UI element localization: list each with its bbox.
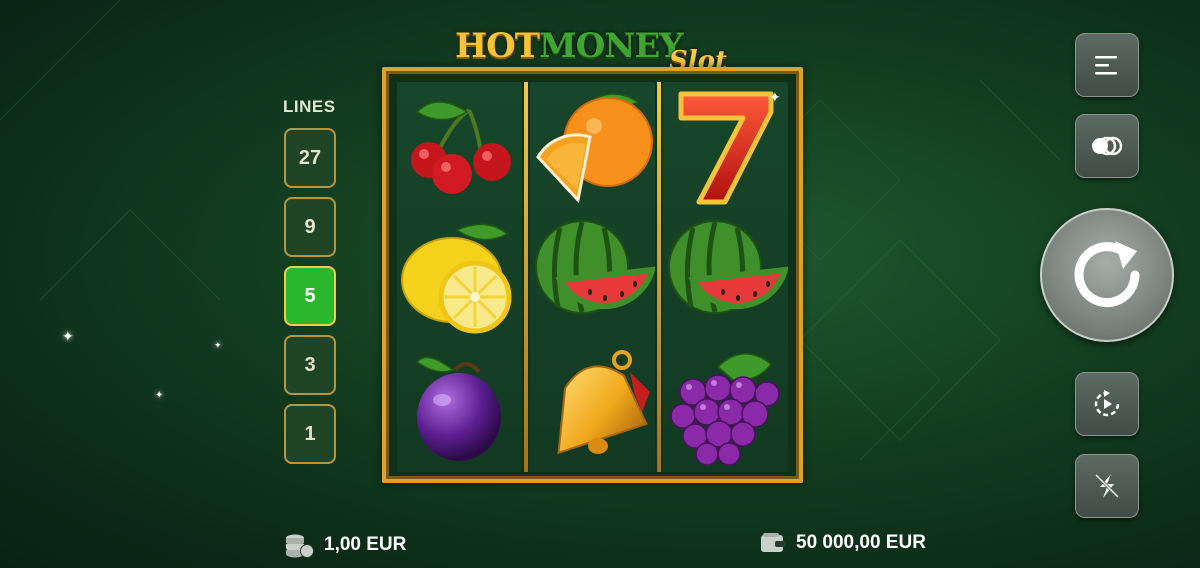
logo-title: HOTMONEY xyxy=(455,26,684,66)
line-option-1[interactable]: 1 xyxy=(284,404,336,464)
spin-icon xyxy=(1074,241,1140,308)
reels-frame: ✦ xyxy=(382,67,803,483)
sparkle: ✦ xyxy=(214,340,222,350)
reel-divider xyxy=(524,82,528,472)
line-option-3[interactable]: 3 xyxy=(284,335,336,395)
coins-stack-icon xyxy=(1092,136,1123,156)
balance-display: 50 000,00 EUR xyxy=(760,532,926,554)
spin-button[interactable] xyxy=(1040,208,1174,342)
coins-mode-button[interactable] xyxy=(1075,114,1139,178)
autoplay-icon xyxy=(1094,390,1120,417)
logo-hot: HOT xyxy=(455,26,540,66)
grapes-symbol xyxy=(670,352,780,466)
svg-text:✦: ✦ xyxy=(769,90,781,106)
line-option-9[interactable]: 9 xyxy=(284,197,336,257)
coins-icon xyxy=(286,534,314,558)
sparkle: ✦ xyxy=(62,328,74,344)
orange-symbol xyxy=(536,93,653,204)
turbo-button[interactable] xyxy=(1075,454,1139,518)
balance-value: 50 000,00 EUR xyxy=(796,532,926,553)
lines-label: LINES xyxy=(283,97,336,116)
plum-symbol xyxy=(415,356,501,461)
sparkle: ✦ xyxy=(155,390,164,401)
reel-3: ✦ xyxy=(663,82,788,472)
reel-1 xyxy=(397,82,522,472)
line-option-5-selected[interactable]: 5 xyxy=(284,266,336,326)
logo-money: MONEY xyxy=(539,26,684,66)
turbo-icon xyxy=(1094,473,1120,499)
autoplay-button[interactable] xyxy=(1075,372,1139,436)
wallet-icon xyxy=(761,533,785,552)
bet-display[interactable]: 1,00 EUR xyxy=(284,532,406,558)
bell-symbol xyxy=(557,350,650,455)
lemon-symbol xyxy=(401,223,512,334)
menu-icon xyxy=(1095,56,1117,75)
bet-value: 1,00 EUR xyxy=(324,534,407,555)
cherry-symbol xyxy=(411,101,511,194)
watermelon-symbol xyxy=(535,220,655,314)
seven-symbol: ✦ xyxy=(678,90,781,205)
line-option-27[interactable]: 27 xyxy=(284,128,336,188)
reel-2 xyxy=(530,82,655,472)
watermelon-symbol xyxy=(668,220,788,314)
reel-divider xyxy=(657,82,661,472)
menu-button[interactable] xyxy=(1075,33,1139,97)
